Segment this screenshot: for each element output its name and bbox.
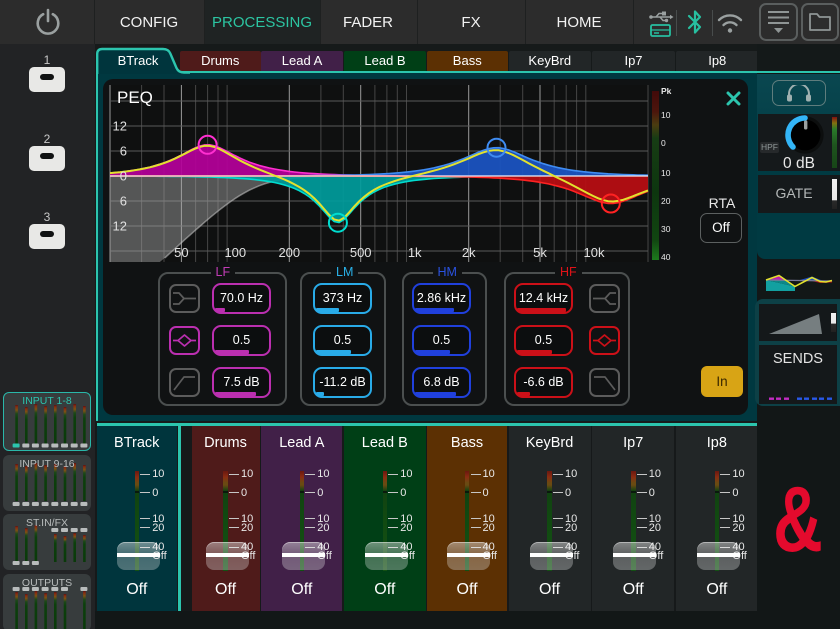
svg-text:5k: 5k	[533, 245, 547, 260]
svg-text:50: 50	[174, 245, 188, 260]
svg-text:0: 0	[120, 169, 127, 184]
svg-text:6: 6	[120, 144, 127, 159]
svg-text:6: 6	[120, 194, 127, 209]
svg-text:12: 12	[113, 219, 127, 234]
svg-text:1k: 1k	[408, 245, 422, 260]
svg-text:100: 100	[224, 245, 246, 260]
svg-text:2k: 2k	[462, 245, 476, 260]
svg-text:200: 200	[278, 245, 300, 260]
svg-text:12: 12	[113, 119, 127, 134]
svg-text:500: 500	[350, 245, 372, 260]
svg-text:10k: 10k	[584, 245, 605, 260]
